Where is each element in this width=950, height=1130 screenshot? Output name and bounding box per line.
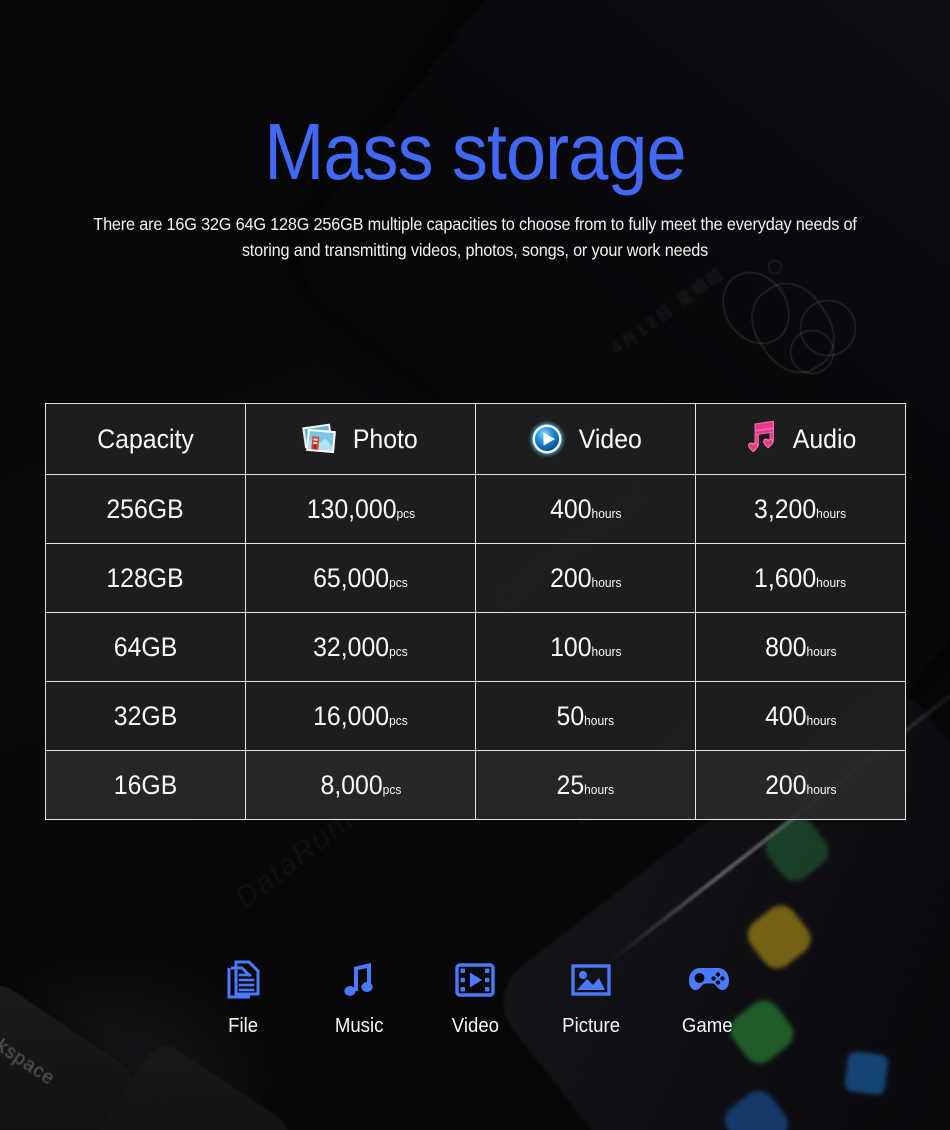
cell-photo: 8,000pcs — [245, 750, 476, 820]
capacity-value: 128GB — [106, 562, 185, 593]
photo-stack-icon — [301, 421, 341, 457]
table-row: 32GB 16,000pcs 50hours 400hours — [45, 681, 906, 751]
column-header-label: Photo — [352, 423, 418, 454]
feature-label: Game — [681, 1015, 733, 1037]
documents-icon — [220, 955, 266, 1005]
film-strip-play-icon — [452, 955, 498, 1005]
capacity-value: 256GB — [106, 493, 185, 524]
image-frame-icon — [568, 955, 614, 1005]
capacity-value: 32GB — [113, 700, 178, 731]
camera-ring-icon — [790, 330, 834, 374]
table-body: 256GB 130,000pcs 400hours 3,200hours 128… — [45, 474, 906, 820]
audio-value: 3,200hours — [754, 493, 847, 524]
feature-video: Video — [444, 955, 506, 1038]
table-header-row: Capacity Photo Video Audio — [45, 403, 906, 475]
video-value: 25hours — [556, 769, 615, 800]
column-header-capacity: Capacity — [45, 403, 246, 475]
audio-value: 1,600hours — [754, 562, 847, 593]
background-app-tile — [844, 1050, 889, 1096]
cell-capacity: 16GB — [45, 750, 246, 820]
feature-label: Video — [451, 1015, 499, 1037]
column-header-photo: Photo — [245, 403, 476, 475]
photo-value: 32,000pcs — [313, 631, 408, 662]
video-value: 400hours — [549, 493, 622, 524]
feature-file: File — [212, 955, 274, 1038]
feature-label: File — [228, 1015, 258, 1037]
column-header-audio: Audio — [695, 403, 906, 475]
cell-photo: 130,000pcs — [245, 474, 476, 544]
capacity-spec-table: Capacity Photo Video Audio 256GB 130,000… — [45, 403, 906, 820]
photo-value: 65,000pcs — [313, 562, 408, 593]
table-row: 256GB 130,000pcs 400hours 3,200hours — [45, 474, 906, 544]
page-subtitle: There are 16G 32G 64G 128G 256GB multipl… — [93, 214, 857, 260]
column-header-label: Video — [578, 423, 642, 454]
cell-photo: 32,000pcs — [245, 612, 476, 682]
audio-value: 400hours — [764, 700, 837, 731]
audio-value: 800hours — [764, 631, 837, 662]
column-header-label: Capacity — [97, 423, 194, 454]
cell-video: 200hours — [475, 543, 696, 613]
feature-game: Game — [676, 955, 738, 1038]
audio-value: 200hours — [764, 769, 837, 800]
cell-photo: 16,000pcs — [245, 681, 476, 751]
video-value: 100hours — [549, 631, 622, 662]
photo-value: 130,000pcs — [306, 493, 415, 524]
cell-audio: 3,200hours — [695, 474, 906, 544]
feature-label: Picture — [562, 1015, 620, 1037]
cell-video: 100hours — [475, 612, 696, 682]
cell-audio: 1,600hours — [695, 543, 906, 613]
capacity-value: 64GB — [113, 631, 178, 662]
feature-music: Music — [328, 955, 390, 1038]
music-note-icon — [336, 955, 382, 1005]
cell-capacity: 64GB — [45, 612, 246, 682]
cell-video: 25hours — [475, 750, 696, 820]
cell-capacity: 128GB — [45, 543, 246, 613]
cell-audio: 200hours — [695, 750, 906, 820]
storage-promo-page: 4月12日 星期四 kspace DataRunner DataRunner D… — [0, 0, 950, 1130]
photo-value: 8,000pcs — [320, 769, 401, 800]
cell-video: 50hours — [475, 681, 696, 751]
column-header-label: Audio — [793, 423, 857, 454]
cell-audio: 800hours — [695, 612, 906, 682]
play-circle-icon — [527, 419, 567, 459]
capacity-value: 16GB — [113, 769, 178, 800]
cell-capacity: 256GB — [45, 474, 246, 544]
music-note-heart-icon — [741, 420, 781, 458]
feature-icon-strip: File Music Video Picture Game — [0, 955, 950, 1038]
table-row: 64GB 32,000pcs 100hours 800hours — [45, 612, 906, 682]
cell-video: 400hours — [475, 474, 696, 544]
cell-audio: 400hours — [695, 681, 906, 751]
feature-label: Music — [334, 1015, 384, 1037]
table-row: 16GB 8,000pcs 25hours 200hours — [45, 750, 906, 820]
background-app-tile — [718, 1084, 795, 1130]
video-value: 50hours — [556, 700, 615, 731]
feature-picture: Picture — [560, 955, 622, 1038]
video-value: 200hours — [549, 562, 622, 593]
column-header-video: Video — [475, 403, 696, 475]
page-title: Mass storage — [264, 107, 686, 196]
cell-photo: 65,000pcs — [245, 543, 476, 613]
gamepad-icon — [682, 955, 732, 1005]
cell-capacity: 32GB — [45, 681, 246, 751]
table-row: 128GB 65,000pcs 200hours 1,600hours — [45, 543, 906, 613]
photo-value: 16,000pcs — [313, 700, 408, 731]
